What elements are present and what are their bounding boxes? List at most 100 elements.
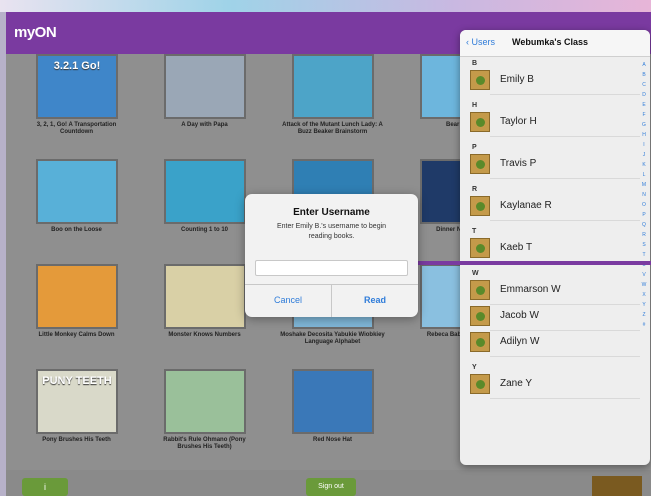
student-name: Emily B [500, 74, 534, 85]
student-avatar-icon [470, 196, 490, 216]
book-title: Monster Knows Numbers [168, 332, 241, 338]
student-avatar-icon [470, 374, 490, 394]
index-letter[interactable]: O [640, 200, 648, 210]
book-title: Red Nose Hat [312, 437, 352, 443]
book-cover [164, 159, 246, 224]
student-row[interactable]: Emily B [468, 70, 633, 92]
index-letter[interactable]: H [640, 130, 648, 140]
book-cover [164, 54, 246, 119]
cancel-button[interactable]: Cancel [245, 284, 331, 317]
book-title: Little Monkey Calms Down [38, 332, 115, 338]
book-cover [36, 264, 118, 329]
index-letter[interactable]: R [640, 230, 648, 240]
app-logo[interactable]: myON [14, 24, 57, 41]
student-name: Zane Y [500, 378, 533, 389]
index-letter[interactable]: # [640, 320, 648, 330]
book-tile[interactable]: Attack of the Mutant Lunch Lady: A Buzz … [280, 54, 385, 154]
index-letter[interactable]: S [640, 240, 648, 250]
book-tile[interactable]: Monster Knows Numbers [152, 264, 257, 364]
book-cover [292, 369, 374, 434]
book-tile[interactable]: Boo on the Loose [24, 159, 129, 259]
book-title: Counting 1 to 10 [181, 227, 228, 233]
index-letter[interactable]: X [640, 290, 648, 300]
book-tile[interactable]: Little Monkey Calms Down [24, 264, 129, 364]
book-cover: PUNY TEETH [36, 369, 118, 434]
student-row[interactable]: Emmarson W [468, 280, 633, 302]
book-cover [164, 264, 246, 329]
section-header: H [472, 102, 478, 109]
book-tile[interactable]: Counting 1 to 10 [152, 159, 257, 259]
book-cover: 3.2.1 Go! [36, 54, 118, 119]
index-letter[interactable]: A [640, 60, 648, 70]
dialog-message: Enter Emily B.'s username to begin readi… [276, 223, 387, 240]
back-button[interactable]: ‹ Users [466, 37, 495, 47]
index-letter[interactable]: W [640, 280, 648, 290]
index-letter[interactable]: T [640, 250, 648, 260]
book-tile[interactable]: Red Nose Hat [280, 369, 385, 469]
index-letter[interactable]: J [640, 150, 648, 160]
student-row[interactable]: Kaeb T [468, 238, 633, 260]
student-row[interactable]: Zane Y [468, 374, 633, 396]
index-letter[interactable]: D [640, 90, 648, 100]
student-avatar-icon [470, 154, 490, 174]
read-button[interactable]: Read [332, 284, 418, 317]
student-avatar-icon [470, 332, 490, 352]
username-input[interactable] [255, 260, 408, 276]
student-row[interactable]: Travis P [468, 154, 633, 176]
row-separator [490, 94, 640, 95]
index-letter[interactable]: Q [640, 220, 648, 230]
row-separator [490, 398, 640, 399]
row-separator [490, 220, 640, 221]
book-cover [292, 54, 374, 119]
book-title: 3, 2, 1, Go! A Transportation Countdown [36, 122, 117, 135]
logo-text: myON [14, 24, 57, 41]
row-separator [490, 178, 640, 179]
index-letter[interactable]: E [640, 100, 648, 110]
book-tile[interactable]: Rabbit's Rule Ohmano (Pony Brushes His T… [152, 369, 257, 469]
student-name: Jacob W [500, 310, 539, 321]
row-separator [490, 356, 640, 357]
enter-username-dialog: Enter Username Enter Emily B.'s username… [245, 194, 418, 317]
book-title: Moshake Decosita Yabukie Wiobkiey Langua… [280, 332, 385, 345]
info-button[interactable]: i [22, 478, 68, 496]
signout-button[interactable]: Sign out [306, 478, 356, 496]
student-row[interactable]: Jacob W [468, 306, 633, 328]
index-letter[interactable]: B [640, 70, 648, 80]
index-letter[interactable]: V [640, 270, 648, 280]
book-title: Pony Brushes His Teeth [42, 437, 111, 443]
section-header: B [472, 60, 478, 67]
student-avatar-icon [470, 238, 490, 258]
student-row[interactable]: Adilyn W [468, 332, 633, 354]
index-letter[interactable]: Y [640, 300, 648, 310]
student-name: Kaylanae R [500, 200, 552, 211]
index-letter[interactable]: G [640, 120, 648, 130]
book-title: Rabbit's Rule Ohmano (Pony Brushes His T… [163, 437, 246, 450]
student-row[interactable]: Taylor H [468, 112, 633, 134]
row-separator [490, 136, 640, 137]
student-avatar-icon [470, 70, 490, 90]
book-tile[interactable]: PUNY TEETH Pony Brushes His Teeth [24, 369, 129, 469]
row-separator [490, 330, 640, 331]
index-letter[interactable]: K [640, 160, 648, 170]
index-letter[interactable]: P [640, 210, 648, 220]
book-cover [36, 159, 118, 224]
index-letter[interactable]: C [640, 80, 648, 90]
book-tile[interactable]: A Day with Papa [152, 54, 257, 154]
student-avatar-icon [470, 112, 490, 132]
book-tile[interactable]: 3.2.1 Go! 3, 2, 1, Go! A Transportation C… [24, 54, 129, 154]
popover-title: Webumka's Class [512, 37, 589, 47]
index-letter[interactable]: M [640, 180, 648, 190]
book-title: Boo on the Loose [51, 227, 102, 233]
book-cover [164, 369, 246, 434]
section-header: T [472, 228, 477, 235]
student-row[interactable]: Kaylanae R [468, 196, 633, 218]
cover-label: PUNY TEETH [42, 375, 112, 387]
corner-avatar-icon[interactable] [592, 476, 642, 496]
index-letter[interactable]: I [640, 140, 648, 150]
row-separator [490, 304, 640, 305]
index-letter[interactable]: Z [640, 310, 648, 320]
index-letter[interactable]: N [640, 190, 648, 200]
index-letter[interactable]: F [640, 110, 648, 120]
index-letter[interactable]: L [640, 170, 648, 180]
section-header: W [472, 270, 479, 277]
